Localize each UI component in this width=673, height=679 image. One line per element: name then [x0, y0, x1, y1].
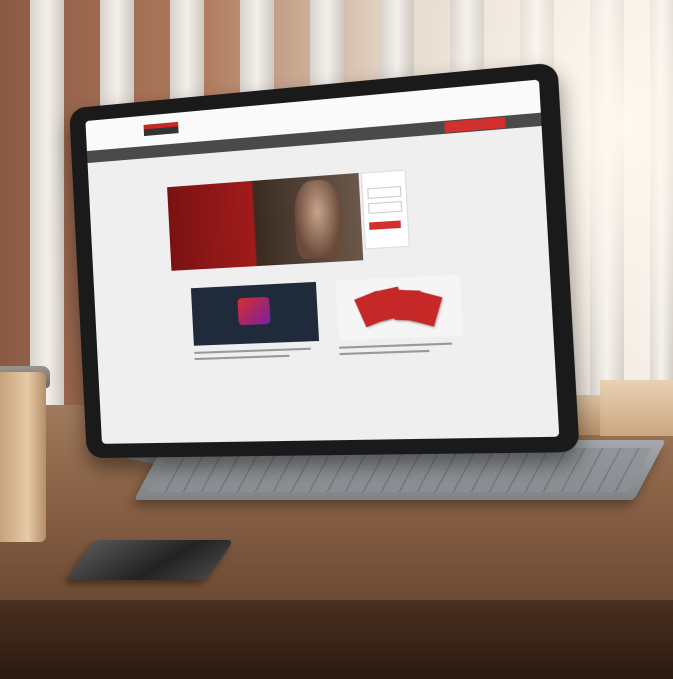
tablet-screen — [85, 79, 560, 444]
text-line — [194, 347, 311, 354]
cardboard-box — [600, 380, 673, 436]
login-field — [367, 185, 402, 200]
hero-banner — [167, 172, 364, 271]
text-line — [339, 342, 453, 349]
hero-portrait — [293, 178, 344, 260]
smartphone — [65, 540, 235, 580]
login-box — [360, 169, 410, 250]
desk-edge — [0, 600, 673, 679]
login-field — [368, 200, 403, 214]
login-button — [369, 220, 401, 230]
text-line — [194, 354, 290, 361]
photo-scene — [0, 0, 673, 679]
shopping-cart-icon — [237, 296, 271, 326]
window-slat — [30, 0, 64, 420]
site-logo — [143, 121, 179, 137]
promo-card-cards — [335, 274, 464, 341]
text-line — [339, 349, 430, 356]
coffee-cup — [0, 372, 46, 542]
tablet — [69, 62, 580, 459]
promo-card-dark — [190, 281, 320, 346]
nav-cta-button — [444, 116, 506, 133]
